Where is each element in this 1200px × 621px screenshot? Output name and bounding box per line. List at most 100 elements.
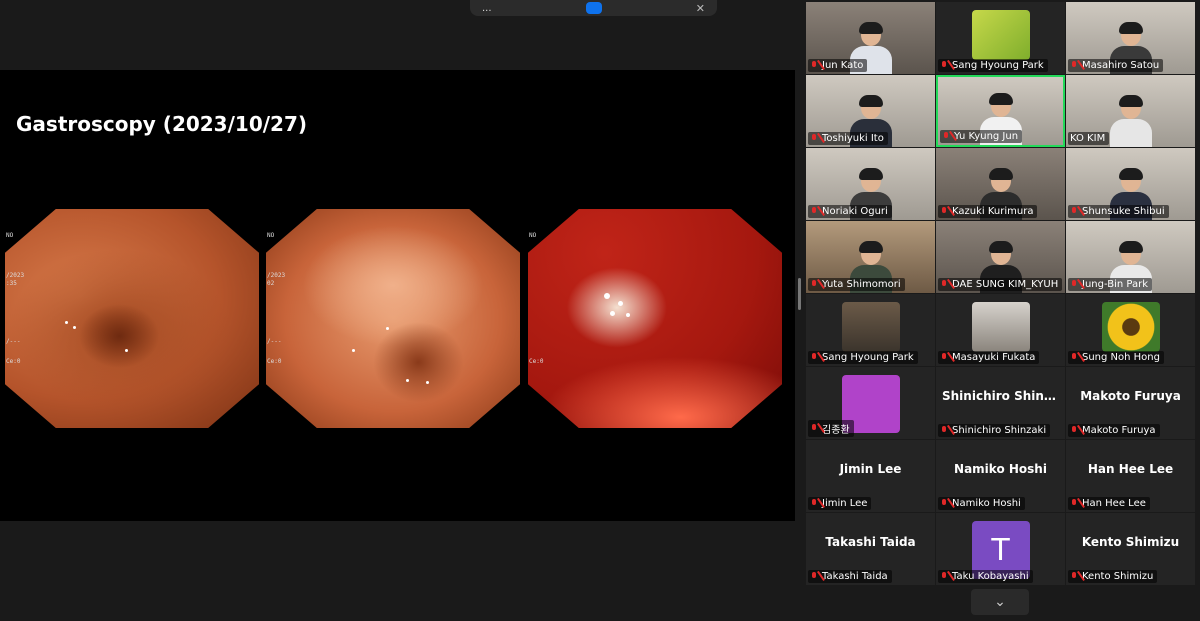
overlay-text: 02	[267, 280, 275, 287]
overlay-text: Ce:0	[529, 358, 544, 365]
overlay-text: /---	[267, 338, 282, 345]
mic-muted-icon	[1070, 279, 1079, 290]
shared-screen: Gastroscopy (2023/10/27) NO /2023 :35 /-…	[0, 70, 795, 521]
overlay-text: /2023	[6, 272, 25, 279]
participant-name: Sang Hyoung Park	[808, 351, 918, 364]
participant-tile[interactable]: Noriaki Oguri	[806, 148, 935, 220]
participant-name: Yuta Shimomori	[808, 278, 905, 291]
participant-name: Masahiro Satou	[1068, 59, 1164, 72]
participant-name: Taku Kobayashi	[938, 570, 1033, 583]
participant-name: Shinichiro Shinzaki	[938, 424, 1051, 437]
participant-display-name: Han Hee Lee	[1087, 462, 1174, 476]
participant-video	[1109, 95, 1152, 147]
mic-muted-icon	[1070, 571, 1079, 582]
participant-name: DAE SUNG KIM_KYUH	[938, 278, 1063, 291]
participant-tile[interactable]: Makoto Furuya Makoto Furuya	[1066, 367, 1195, 439]
overlay-text: Ce:0	[6, 358, 21, 365]
participant-name: Han Hee Lee	[1068, 497, 1150, 510]
participant-tile[interactable]: Sang Hyoung Park	[806, 294, 935, 366]
mic-muted-icon	[810, 279, 819, 290]
splitter-handle[interactable]	[798, 278, 801, 310]
mic-muted-icon	[1070, 352, 1079, 363]
participant-tile[interactable]: Shinichiro Shinz... Shinichiro Shinzaki	[936, 367, 1065, 439]
participant-name: Kento Shimizu	[1068, 570, 1158, 583]
overlay-text: NO	[267, 232, 275, 239]
mic-muted-icon	[940, 352, 949, 363]
mic-muted-icon	[810, 571, 819, 582]
participant-tile[interactable]: Han Hee Lee Han Hee Lee	[1066, 440, 1195, 512]
participant-tile[interactable]: Namiko Hoshi Namiko Hoshi	[936, 440, 1065, 512]
mic-muted-icon	[940, 571, 949, 582]
participant-tile[interactable]: T Taku Kobayashi	[936, 513, 1065, 585]
participant-name: Masayuki Fukata	[938, 351, 1040, 364]
mic-muted-icon	[1070, 206, 1079, 217]
participant-display-name: Makoto Furuya	[1080, 389, 1181, 403]
overlay-text: Ce:0	[267, 358, 282, 365]
mic-muted-icon	[810, 498, 819, 509]
mic-muted-icon	[810, 133, 819, 144]
participant-name: Kazuki Kurimura	[938, 205, 1038, 218]
profile-picture	[971, 10, 1030, 60]
overlay-text: /---	[6, 338, 21, 345]
participant-tile[interactable]: Toshiyuki Ito	[806, 75, 935, 147]
mic-muted-icon	[1070, 425, 1079, 436]
participant-tile[interactable]: Kazuki Kurimura	[936, 148, 1065, 220]
profile-picture	[1101, 302, 1160, 352]
participant-tile[interactable]: Masayuki Fukata	[936, 294, 1065, 366]
mic-muted-icon	[1070, 498, 1079, 509]
participant-display-name: Takashi Taida	[825, 535, 916, 549]
participant-tile[interactable]: Sung Noh Hong	[1066, 294, 1195, 366]
participant-name: Jimin Lee	[808, 497, 872, 510]
participant-tile[interactable]: Takashi Taida Takashi Taida	[806, 513, 935, 585]
participant-tile[interactable]: KO KIM	[1066, 75, 1195, 147]
participant-tile[interactable]: Shunsuke Shibui	[1066, 148, 1195, 220]
participant-tile[interactable]: Masahiro Satou	[1066, 2, 1195, 74]
mic-muted-icon	[810, 352, 819, 363]
participant-tile[interactable]: Jimin Lee Jimin Lee	[806, 440, 935, 512]
overlay-text: :35	[6, 280, 17, 287]
overlay-text: NO	[529, 232, 537, 239]
participant-name: Toshiyuki Ito	[808, 132, 888, 145]
participant-name: Sang Hyoung Park	[938, 59, 1048, 72]
participant-tile[interactable]: DAE SUNG KIM_KYUH	[936, 221, 1065, 293]
notification-banner: ... ✕	[470, 0, 717, 16]
participant-tile[interactable]: 김종환	[806, 367, 935, 439]
participant-display-name: Kento Shimizu	[1081, 535, 1180, 549]
participant-display-name: Namiko Hoshi	[954, 462, 1047, 476]
mic-muted-icon	[940, 206, 949, 217]
banner-text: ...	[482, 2, 492, 14]
participant-tile[interactable]: Jung-Bin Park	[1066, 221, 1195, 293]
mic-muted-icon	[1070, 60, 1079, 71]
overlay-text: NO	[6, 232, 14, 239]
mic-muted-icon	[942, 131, 951, 142]
endoscopy-image-3	[528, 209, 782, 428]
participant-display-name: Shinichiro Shinz...	[942, 389, 1065, 403]
participant-name: KO KIM	[1068, 132, 1110, 145]
profile-picture	[971, 302, 1030, 352]
participant-name: Yu Kyung Jun	[940, 130, 1023, 143]
participant-name: Takashi Taida	[808, 570, 892, 583]
participant-tile[interactable]: Sang Hyoung Park	[936, 2, 1065, 74]
endoscopy-image-1	[5, 209, 259, 428]
participant-tile-active-speaker[interactable]: Yu Kyung Jun	[936, 75, 1065, 147]
close-icon[interactable]: ✕	[696, 2, 705, 15]
participant-display-name: Jimin Lee	[839, 462, 902, 476]
profile-picture	[841, 302, 900, 352]
slide-title: Gastroscopy (2023/10/27)	[16, 112, 308, 136]
participant-tile[interactable]: Kento Shimizu Kento Shimizu	[1066, 513, 1195, 585]
participant-name: Namiko Hoshi	[938, 497, 1025, 510]
chevron-down-icon: ⌄	[994, 594, 1006, 610]
participant-tile[interactable]: Yuta Shimomori	[806, 221, 935, 293]
participant-name: Shunsuke Shibui	[1068, 205, 1169, 218]
gallery-next-page-button[interactable]: ⌄	[971, 589, 1029, 615]
mic-muted-icon	[810, 423, 819, 434]
participant-name: Noriaki Oguri	[808, 205, 892, 218]
participant-tile[interactable]: Jun Kato	[806, 2, 935, 74]
participant-name: Jung-Bin Park	[1068, 278, 1152, 291]
banner-button[interactable]	[585, 2, 602, 14]
participant-name: 김종환	[808, 420, 854, 437]
mic-muted-icon	[940, 279, 949, 290]
participant-name: Jun Kato	[808, 59, 868, 72]
mic-muted-icon	[940, 498, 949, 509]
mic-muted-icon	[940, 425, 949, 436]
